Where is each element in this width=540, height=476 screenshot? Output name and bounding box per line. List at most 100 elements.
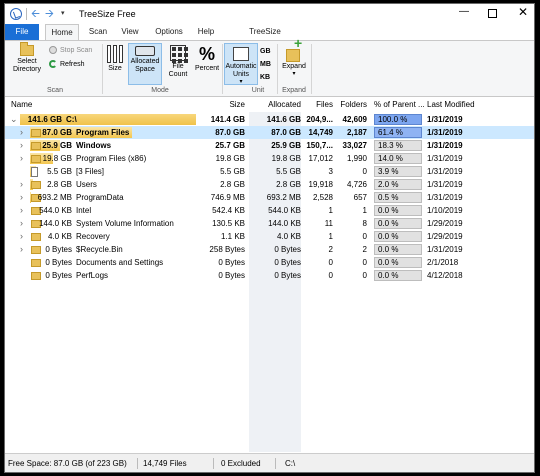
tree-row[interactable]: › 693.2 MB ProgramData 746.9 MB 693.2 MB 2,52…: [5, 191, 534, 204]
expand-chevron-icon[interactable]: ›: [20, 179, 23, 189]
row-allocated: 693.2 MB: [266, 193, 301, 202]
maximize-button[interactable]: [488, 9, 497, 18]
unit-kb-button[interactable]: KB: [260, 73, 271, 82]
automatic-units-label: Automatic Units: [225, 63, 257, 78]
row-last-modified: 1/31/2019: [427, 141, 463, 150]
tab-options[interactable]: Options: [151, 24, 187, 40]
column-size[interactable]: Size: [205, 100, 245, 109]
expand-chevron-icon[interactable]: ›: [20, 205, 23, 215]
column-last-modified[interactable]: Last Modified: [427, 100, 475, 109]
collapse-chevron-icon[interactable]: ⌄: [10, 114, 18, 125]
row-name[interactable]: Recovery: [76, 232, 110, 241]
tree-row[interactable]: › 25.9 GB Windows 25.7 GB 25.9 GB 150,7... 33,…: [5, 139, 534, 152]
row-name[interactable]: $Recycle.Bin: [76, 245, 123, 254]
row-size-label: 87.0 GB: [42, 128, 72, 137]
tree-row[interactable]: 0 Bytes Documents and Settings 0 Bytes 0 By…: [5, 256, 534, 269]
tree-row[interactable]: › 19.8 GB Program Files (x86) 19.8 GB 19.8 G…: [5, 152, 534, 165]
expand-chevron-icon[interactable]: ›: [20, 153, 23, 163]
size-mode-button[interactable]: Size: [105, 45, 125, 73]
column-allocated[interactable]: Allocated: [249, 100, 301, 109]
quick-access-dropdown-icon[interactable]: ▾: [61, 9, 65, 17]
expand-button[interactable]: Expand ▾: [279, 39, 309, 77]
row-folders: 0: [362, 271, 367, 280]
status-bar: Free Space: 87.0 GB (of 223 GB) 14,749 F…: [5, 453, 534, 472]
close-button[interactable]: ✕: [518, 5, 528, 19]
row-percent-of-parent: 0.0 %: [374, 244, 422, 255]
column-name[interactable]: Name: [11, 100, 32, 109]
tree-row[interactable]: 5.5 GB [3 Files] 5.5 GB 5.5 GB 3 0 3.9 % 1/31/2…: [5, 165, 534, 178]
unit-choices: GB MB KB: [260, 47, 271, 82]
row-percent-of-parent: 0.0 %: [374, 205, 422, 216]
row-size: 2.8 GB: [220, 180, 245, 189]
minimize-button[interactable]: —: [457, 6, 471, 17]
column-folders[interactable]: Folders: [335, 100, 367, 109]
tree-row[interactable]: › 4.0 KB Recovery 1.1 KB 4.0 KB 1 0 0.0 % 1/29/2…: [5, 230, 534, 243]
row-name[interactable]: [3 Files]: [76, 167, 104, 176]
unit-mb-button[interactable]: MB: [260, 60, 271, 69]
tree-row[interactable]: 0 Bytes PerfLogs 0 Bytes 0 Bytes 0 0 0.0 % 4/12…: [5, 269, 534, 282]
tab-view[interactable]: View: [115, 24, 145, 40]
column-files[interactable]: Files: [301, 100, 333, 109]
row-allocated: 141.6 GB: [266, 115, 301, 124]
row-percent-of-parent: 0.0 %: [374, 231, 422, 242]
column-header-row: Name Size Allocated Files Folders % of P…: [5, 98, 534, 112]
select-directory-button[interactable]: Select Directory: [9, 42, 45, 74]
row-size-label: 0 Bytes: [45, 245, 72, 254]
row-percent-of-parent: 2.0 %: [374, 179, 422, 190]
unit-gb-button[interactable]: GB: [260, 47, 271, 56]
tree-row[interactable]: › 544.0 KB Intel 542.4 KB 544.0 KB 1 1 0.0 % 1/1…: [5, 204, 534, 217]
tab-treesize-professional[interactable]: TreeSize Professional: [227, 24, 303, 52]
expand-chevron-icon[interactable]: ›: [20, 231, 23, 241]
row-size: 746.9 MB: [210, 193, 245, 202]
forward-arrow-icon[interactable]: 🡪: [45, 8, 54, 20]
percent-mode-button[interactable]: % Percent: [192, 45, 222, 73]
tree-row[interactable]: › 144.0 KB System Volume Information 130.5 …: [5, 217, 534, 230]
row-size-label: 19.8 GB: [42, 154, 72, 163]
expand-chevron-icon[interactable]: ›: [20, 140, 23, 150]
automatic-units-button[interactable]: Automatic Units ▾: [224, 43, 258, 85]
tree-row[interactable]: › 87.0 GB Program Files 87.0 GB 87.0 GB 14,74…: [5, 126, 534, 139]
automatic-units-dropdown-icon: ▾: [239, 79, 243, 85]
allocated-space-button[interactable]: Allocated Space: [128, 43, 162, 85]
refresh-icon: [49, 60, 57, 68]
row-name[interactable]: C:\: [66, 115, 77, 124]
expand-chevron-icon[interactable]: ›: [20, 127, 23, 137]
expand-chevron-icon[interactable]: ›: [20, 218, 23, 228]
row-name[interactable]: Program Files: [76, 128, 129, 137]
row-name[interactable]: Program Files (x86): [76, 154, 146, 163]
stop-scan-label: Stop Scan: [60, 46, 93, 54]
status-free-space: Free Space: 87.0 GB (of 223 GB): [8, 459, 127, 468]
row-name[interactable]: Documents and Settings: [76, 258, 163, 267]
row-name[interactable]: System Volume Information: [76, 219, 174, 228]
row-last-modified: 1/31/2019: [427, 193, 463, 202]
expand-chevron-icon[interactable]: ›: [20, 244, 23, 254]
column-percent-of-parent[interactable]: % of Parent ...: [374, 100, 425, 109]
expand-chevron-icon[interactable]: ›: [20, 192, 23, 202]
row-name[interactable]: ProgramData: [76, 193, 124, 202]
tree-row[interactable]: › 2.8 GB Users 2.8 GB 2.8 GB 19,918 4,726 2.0 %…: [5, 178, 534, 191]
file-count-button[interactable]: File Count: [164, 45, 192, 79]
app-icon: [10, 8, 22, 20]
refresh-button[interactable]: Refresh: [49, 60, 85, 68]
stop-scan-button[interactable]: Stop Scan: [49, 46, 92, 54]
row-name[interactable]: Users: [76, 180, 97, 189]
row-name[interactable]: Intel: [76, 206, 91, 215]
row-size: 0 Bytes: [218, 258, 245, 267]
tab-scan[interactable]: Scan: [83, 24, 113, 40]
ribbon-separator: [222, 44, 223, 94]
tree-row[interactable]: › 0 Bytes $Recycle.Bin 258 Bytes 0 Bytes 2 2 0.…: [5, 243, 534, 256]
ribbon-separator: [102, 44, 103, 94]
tab-help[interactable]: Help: [193, 24, 219, 40]
row-size-label: 0 Bytes: [45, 271, 72, 280]
row-size: 25.7 GB: [215, 141, 245, 150]
status-path: C:\: [285, 459, 296, 468]
tab-home[interactable]: Home: [45, 24, 79, 41]
row-name[interactable]: PerfLogs: [76, 271, 108, 280]
back-arrow-icon[interactable]: 🡨: [31, 8, 40, 20]
folder-tree: ⌄ 141.6 GB C:\ 141.4 GB 141.6 GB 204,9... 42,6…: [5, 112, 534, 452]
row-name[interactable]: Windows: [76, 141, 111, 150]
status-separator: [213, 458, 214, 469]
tree-row[interactable]: ⌄ 141.6 GB C:\ 141.4 GB 141.6 GB 204,9... 42,6…: [5, 113, 534, 126]
tab-file[interactable]: File: [5, 24, 39, 40]
row-size-label: 5.5 GB: [47, 167, 72, 176]
